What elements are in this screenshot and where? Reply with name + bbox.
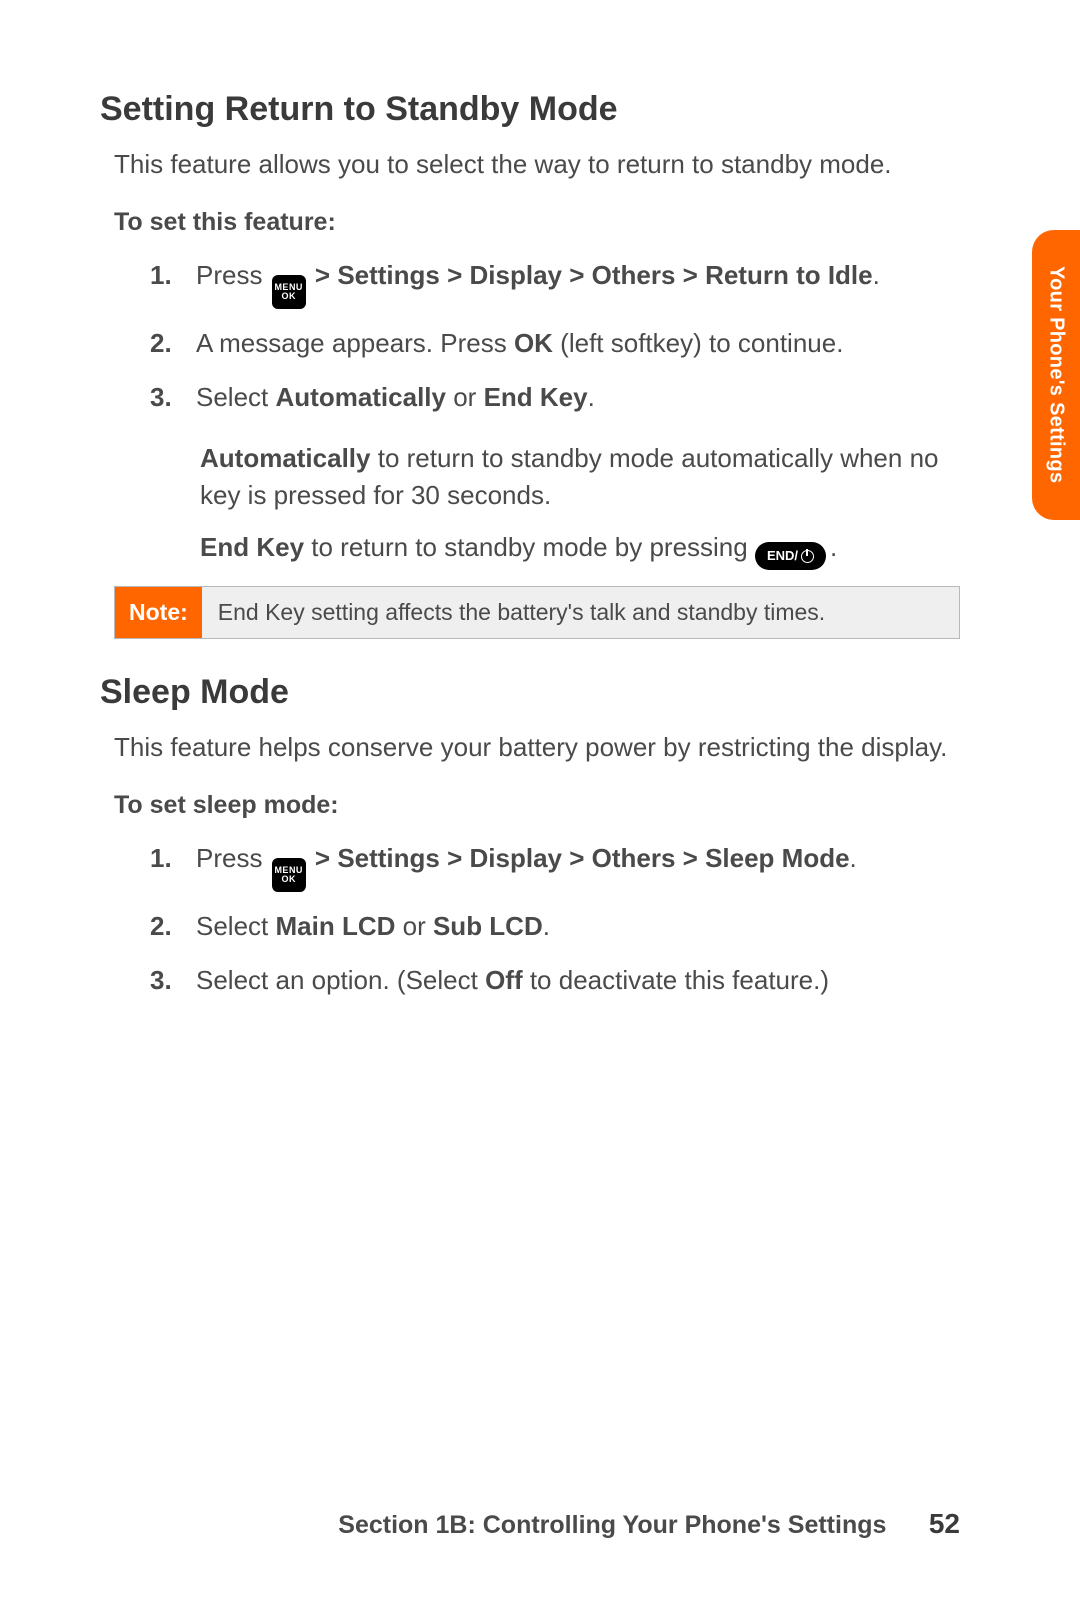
subhead-standby: To set this feature: [114, 208, 960, 237]
page-number: 52 [929, 1508, 960, 1539]
footer-section: Section 1B: Controlling Your Phone's Set… [338, 1511, 886, 1539]
ok-label: OK [514, 328, 553, 358]
period: . [830, 532, 837, 562]
steps-standby: Press MENUOK > Settings > Display > Othe… [150, 257, 960, 416]
step-3: Select Automatically or End Key. [150, 379, 960, 417]
period: . [543, 911, 550, 941]
sub-endkey-label: End Key [200, 532, 304, 562]
note-text: End Key setting affects the battery's ta… [202, 587, 841, 638]
step-text: Select an option. (Select [196, 965, 485, 995]
end-key-label: END/ [767, 547, 798, 565]
heading-standby: Setting Return to Standby Mode [100, 90, 960, 129]
sub-auto-label: Automatically [200, 443, 371, 473]
sub-endkey: End Key to return to standby mode by pre… [200, 529, 960, 570]
period: . [588, 382, 595, 412]
step-text: Select [196, 382, 276, 412]
step-2: A message appears. Press OK (left softke… [150, 325, 960, 363]
thumb-tab-label: Your Phone's Settings [1045, 266, 1068, 483]
period: . [873, 260, 880, 290]
opt-endkey: End Key [484, 382, 588, 412]
nav-path: > Settings > Display > Others > Return t… [308, 260, 873, 290]
step-text: Select [196, 911, 276, 941]
menu-icon-bottom: OK [281, 292, 296, 301]
step-text: A message appears. Press [196, 328, 514, 358]
menu-ok-icon: MENUOK [272, 275, 306, 309]
note-label: Note: [115, 587, 202, 638]
nav-path: > Settings > Display > Others > Sleep Mo… [308, 843, 850, 873]
end-key-icon: END/ [755, 542, 826, 570]
step-text: (left softkey) to continue. [553, 328, 843, 358]
page-content: Setting Return to Standby Mode This feat… [0, 0, 1080, 1000]
opt-sublcd: Sub LCD [433, 911, 543, 941]
steps-sleep: Press MENUOK > Settings > Display > Othe… [150, 840, 960, 999]
thumb-tab: Your Phone's Settings [1032, 230, 1080, 520]
sub-auto: Automatically to return to standby mode … [200, 440, 960, 513]
period: . [850, 843, 857, 873]
step-text: Press [196, 843, 270, 873]
step-1: Press MENUOK > Settings > Display > Othe… [150, 257, 960, 309]
opt-auto: Automatically [276, 382, 447, 412]
page-footer: Section 1B: Controlling Your Phone's Set… [100, 1508, 960, 1540]
menu-ok-icon: MENUOK [272, 858, 306, 892]
intro-standby: This feature allows you to select the wa… [114, 147, 960, 182]
step-text: to deactivate this feature.) [523, 965, 829, 995]
sub-endkey-text: to return to standby mode by pressing [304, 532, 755, 562]
opt-mainlcd: Main LCD [276, 911, 396, 941]
step-3: Select an option. (Select Off to deactiv… [150, 962, 960, 1000]
intro-sleep: This feature helps conserve your battery… [114, 730, 960, 765]
subhead-sleep: To set sleep mode: [114, 791, 960, 820]
step-text: Press [196, 260, 270, 290]
note-box: Note: End Key setting affects the batter… [114, 586, 960, 639]
step-text: or [446, 382, 484, 412]
menu-icon-bottom: OK [281, 875, 296, 884]
heading-sleep: Sleep Mode [100, 673, 960, 712]
power-icon [801, 550, 814, 563]
step-text: or [395, 911, 433, 941]
opt-off: Off [485, 965, 523, 995]
substeps: Automatically to return to standby mode … [200, 440, 960, 570]
step-2: Select Main LCD or Sub LCD. [150, 908, 960, 946]
step-1: Press MENUOK > Settings > Display > Othe… [150, 840, 960, 892]
